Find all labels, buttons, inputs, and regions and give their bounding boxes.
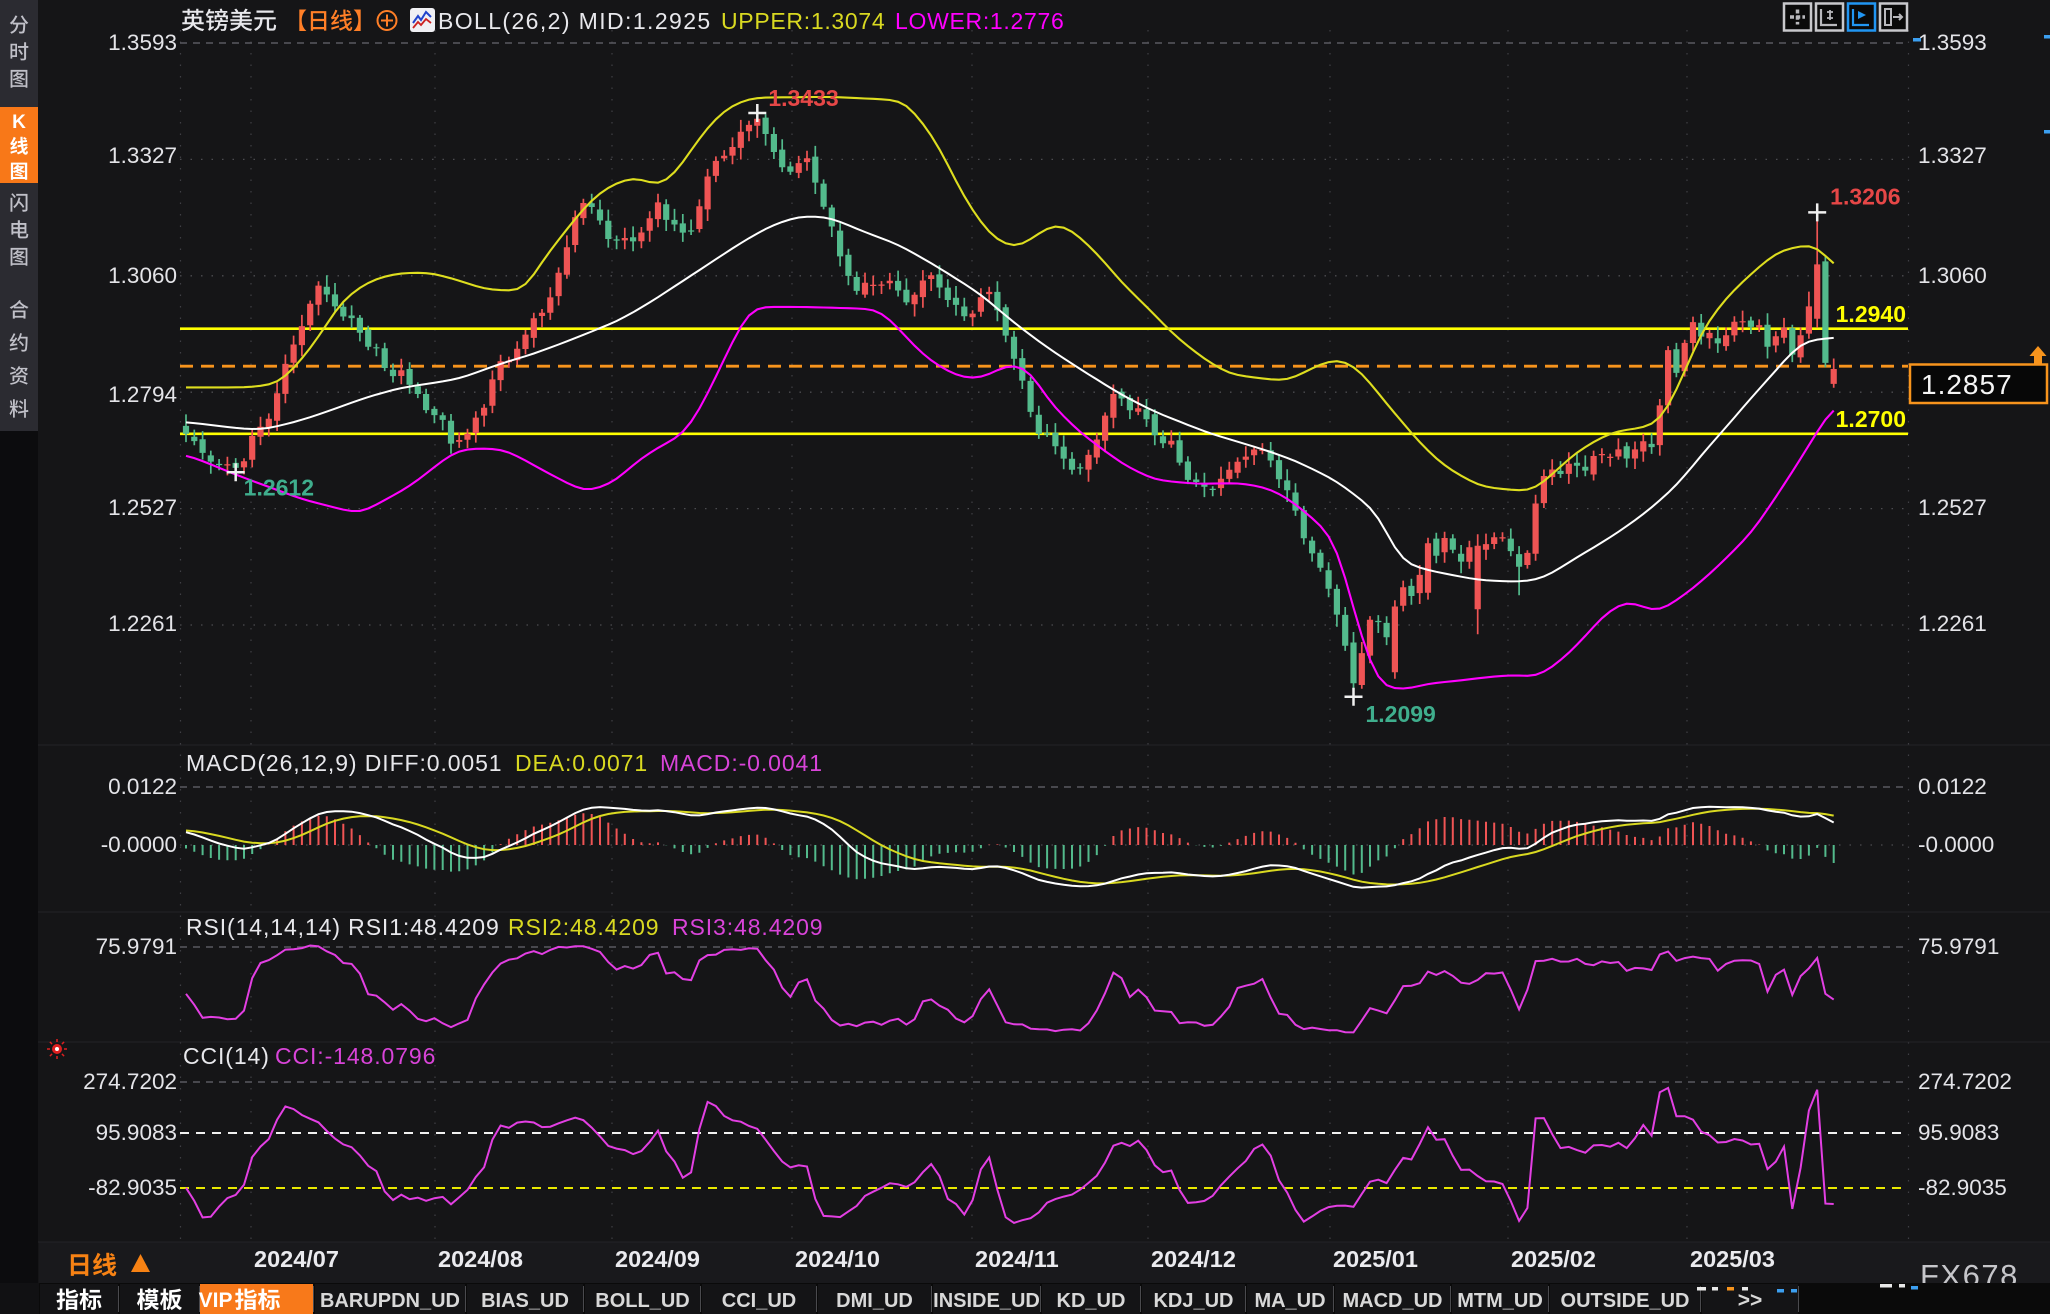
svg-text:1.3593: 1.3593 [1918,30,1987,55]
svg-text:DMI_UD: DMI_UD [836,1290,913,1312]
svg-text:INSIDE_UD: INSIDE_UD [933,1290,1040,1312]
svg-text:UPPER:1.3074: UPPER:1.3074 [721,8,885,34]
svg-text:1.2261: 1.2261 [108,611,177,636]
svg-text:RSI(14,14,14) RSI1:48.4209: RSI(14,14,14) RSI1:48.4209 [186,914,500,940]
svg-text:274.7202: 274.7202 [1918,1069,2012,1094]
svg-text:LOWER:1.2776: LOWER:1.2776 [895,8,1064,34]
svg-text:1.2857: 1.2857 [1921,369,2013,400]
svg-text:BIAS_UD: BIAS_UD [481,1290,569,1312]
svg-text:CCI:-148.0796: CCI:-148.0796 [275,1043,436,1069]
svg-text:BARUPDN_UD: BARUPDN_UD [320,1290,460,1312]
svg-text:BOLL(26,2) MID:1.2925: BOLL(26,2) MID:1.2925 [438,8,712,34]
svg-text:-0.0000: -0.0000 [101,832,177,857]
svg-text:2025/01: 2025/01 [1333,1246,1418,1272]
svg-text:1.3593: 1.3593 [108,30,177,55]
svg-text:2025/02: 2025/02 [1511,1246,1596,1272]
svg-text:1.2794: 1.2794 [108,382,177,407]
svg-text:95.9083: 95.9083 [1918,1120,1999,1145]
svg-text:KDJ_UD: KDJ_UD [1153,1290,1233,1312]
svg-text:RSI2:48.4209: RSI2:48.4209 [508,914,659,940]
svg-text:RSI3:48.4209: RSI3:48.4209 [672,914,823,940]
svg-text:0.0122: 0.0122 [108,774,177,799]
svg-text:VIP: VIP [199,1289,233,1312]
svg-text:MA_UD: MA_UD [1254,1290,1325,1312]
svg-text:1.2700: 1.2700 [1836,406,1906,432]
svg-text:2024/07: 2024/07 [254,1246,339,1272]
svg-text:2025/03: 2025/03 [1690,1246,1775,1272]
svg-text:2024/10: 2024/10 [795,1246,880,1272]
svg-text:1.3433: 1.3433 [768,85,838,111]
svg-text:BOLL_UD: BOLL_UD [595,1290,689,1312]
svg-text:2024/09: 2024/09 [615,1246,700,1272]
svg-text:K: K [12,112,26,133]
svg-text:1.3327: 1.3327 [108,143,177,168]
svg-text:2024/08: 2024/08 [438,1246,523,1272]
svg-text:DEA:0.0071: DEA:0.0071 [515,750,648,776]
svg-text:-82.9035: -82.9035 [88,1175,177,1200]
svg-text:CCI(14): CCI(14) [183,1043,270,1069]
svg-text:2024/12: 2024/12 [1151,1246,1236,1272]
svg-text:MTM_UD: MTM_UD [1457,1290,1543,1312]
svg-text:1.3206: 1.3206 [1830,183,1900,209]
svg-text:274.7202: 274.7202 [83,1069,177,1094]
svg-text:2024/11: 2024/11 [975,1246,1059,1272]
svg-text:1.2527: 1.2527 [108,495,177,520]
svg-text:1.2099: 1.2099 [1365,701,1435,727]
svg-text:MACD:-0.0041: MACD:-0.0041 [660,750,823,776]
svg-text:1.3060: 1.3060 [1918,263,1987,288]
svg-text:75.9791: 75.9791 [1918,934,1999,959]
svg-text:1.3327: 1.3327 [1918,143,1987,168]
svg-text:MACD(26,12,9) DIFF:0.0051: MACD(26,12,9) DIFF:0.0051 [186,750,503,776]
svg-text:95.9083: 95.9083 [96,1120,177,1145]
svg-text:1.2612: 1.2612 [244,474,314,500]
svg-text:0.0122: 0.0122 [1918,774,1987,799]
svg-text:-82.9035: -82.9035 [1918,1175,2007,1200]
svg-text:1.3060: 1.3060 [108,263,177,288]
svg-text:OUTSIDE_UD: OUTSIDE_UD [1561,1290,1690,1312]
svg-text:1.2940: 1.2940 [1836,301,1906,327]
svg-text:1.2527: 1.2527 [1918,495,1987,520]
svg-text:-0.0000: -0.0000 [1918,832,1994,857]
svg-text:1.2261: 1.2261 [1918,611,1987,636]
svg-text:>>: >> [1738,1289,1763,1312]
svg-text:75.9791: 75.9791 [96,934,177,959]
svg-text:CCI_UD: CCI_UD [722,1290,796,1312]
svg-text:MACD_UD: MACD_UD [1343,1290,1443,1312]
svg-text:KD_UD: KD_UD [1057,1290,1126,1312]
